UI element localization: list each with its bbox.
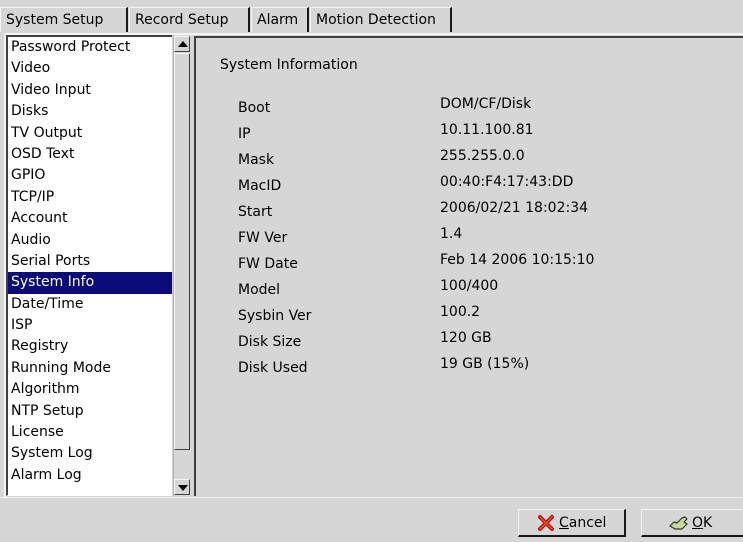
info-value: Feb 14 2006 10:15:10 xyxy=(440,252,595,268)
tab-label: Alarm xyxy=(257,12,299,28)
info-value: 19 GB (15%) xyxy=(440,356,530,372)
info-label: Boot xyxy=(238,100,271,116)
info-label: Sysbin Ver xyxy=(238,308,312,324)
info-value: 2006/02/21 18:02:34 xyxy=(440,200,589,216)
tab-bar: System Setup Record Setup Alarm Motion D… xyxy=(0,0,743,34)
info-value: 10.11.100.81 xyxy=(440,122,534,138)
list-item-osd-text[interactable]: OSD Text xyxy=(8,144,172,165)
tab-motion-detection[interactable]: Motion Detection xyxy=(310,7,452,32)
info-label: Start xyxy=(238,204,273,220)
list-item-registry[interactable]: Registry xyxy=(8,336,172,357)
info-label: Mask xyxy=(238,152,275,168)
info-row-macid: MacID 00:40:F4:17:43:DD xyxy=(238,174,738,202)
info-value: DOM/CF/Disk xyxy=(440,96,532,112)
info-value: 120 GB xyxy=(440,330,492,346)
list-item-system-info[interactable]: System Info xyxy=(8,272,172,294)
info-row-disk-size: Disk Size 120 GB xyxy=(238,330,738,358)
list-item-system-log[interactable]: System Log xyxy=(8,443,172,464)
ok-hand-icon xyxy=(668,514,688,532)
info-label: Disk Size xyxy=(238,334,302,350)
tab-alarm[interactable]: Alarm xyxy=(251,7,309,32)
arrow-down-icon xyxy=(178,485,188,491)
info-row-fw-ver: FW Ver 1.4 xyxy=(238,226,738,254)
ok-label-rest: K xyxy=(703,515,713,531)
info-label: Model xyxy=(238,282,281,298)
list-item-isp[interactable]: ISP xyxy=(8,315,172,336)
list-item-license[interactable]: License xyxy=(8,422,172,443)
info-label: IP xyxy=(238,126,251,142)
list-item-gpio[interactable]: GPIO xyxy=(8,165,172,186)
tab-system-setup[interactable]: System Setup xyxy=(0,7,128,32)
dialog-button-bar: Cancel OK xyxy=(0,497,743,542)
info-row-sysbin-ver: Sysbin Ver 100.2 xyxy=(238,304,738,332)
info-value: 100/400 xyxy=(440,278,499,294)
info-row-boot: Boot DOM/CF/Disk xyxy=(238,96,738,124)
list-item-serial-ports[interactable]: Serial Ports xyxy=(8,251,172,272)
tab-label: Motion Detection xyxy=(316,12,436,28)
info-value: 100.2 xyxy=(440,304,481,320)
info-label: FW Date xyxy=(238,256,298,272)
list-item-tcp-ip[interactable]: TCP/IP xyxy=(8,187,172,208)
info-row-disk-used: Disk Used 19 GB (15%) xyxy=(238,356,738,384)
settings-category-list[interactable]: Password Protect Video Video Input Disks… xyxy=(6,35,172,496)
list-item-video-input[interactable]: Video Input xyxy=(8,80,172,101)
list-item-audio[interactable]: Audio xyxy=(8,230,172,251)
cancel-mnemonic: C xyxy=(559,515,569,531)
tab-record-setup[interactable]: Record Setup xyxy=(129,7,250,32)
info-value: 00:40:F4:17:43:DD xyxy=(440,174,574,190)
list-item-account[interactable]: Account xyxy=(8,208,172,229)
info-row-model: Model 100/400 xyxy=(238,278,738,306)
cancel-label-rest: ancel xyxy=(568,515,607,531)
info-label: Disk Used xyxy=(238,360,308,376)
info-value: 255.255.0.0 xyxy=(440,148,525,164)
cancel-x-icon xyxy=(537,514,555,532)
info-row-fw-date: FW Date Feb 14 2006 10:15:10 xyxy=(238,252,738,280)
list-item-running-mode[interactable]: Running Mode xyxy=(8,358,172,379)
info-row-start: Start 2006/02/21 18:02:34 xyxy=(238,200,738,228)
panel-title: System Information xyxy=(220,57,358,73)
info-row-ip: IP 10.11.100.81 xyxy=(238,122,738,150)
info-value: 1.4 xyxy=(440,226,463,242)
scroll-down-button[interactable] xyxy=(174,479,190,495)
system-info-panel: System Information Boot DOM/CF/Disk IP 1… xyxy=(194,36,743,496)
info-label: MacID xyxy=(238,178,282,194)
info-row-mask: Mask 255.255.0.0 xyxy=(238,148,738,176)
info-label: FW Ver xyxy=(238,230,288,246)
list-item-ntp-setup[interactable]: NTP Setup xyxy=(8,401,172,422)
list-item-disks[interactable]: Disks xyxy=(8,101,172,122)
cancel-button[interactable]: Cancel xyxy=(518,509,626,537)
list-item-tv-output[interactable]: TV Output xyxy=(8,123,172,144)
ok-button[interactable]: OK xyxy=(641,509,743,537)
list-item-algorithm[interactable]: Algorithm xyxy=(8,379,172,400)
scrollbar-thumb[interactable] xyxy=(174,53,190,450)
tab-label: Record Setup xyxy=(135,12,229,28)
arrow-up-icon xyxy=(178,41,188,47)
list-scrollbar[interactable] xyxy=(173,35,190,496)
list-item-password-protect[interactable]: Password Protect xyxy=(8,37,172,58)
list-item-video[interactable]: Video xyxy=(8,58,172,79)
ok-label: OK xyxy=(692,510,712,536)
list-item-date-time[interactable]: Date/Time xyxy=(8,294,172,315)
cancel-label: Cancel xyxy=(559,510,606,536)
tab-label: System Setup xyxy=(6,12,104,28)
scroll-up-button[interactable] xyxy=(174,36,190,52)
list-item-alarm-log[interactable]: Alarm Log xyxy=(8,465,172,486)
ok-mnemonic: O xyxy=(692,515,704,531)
